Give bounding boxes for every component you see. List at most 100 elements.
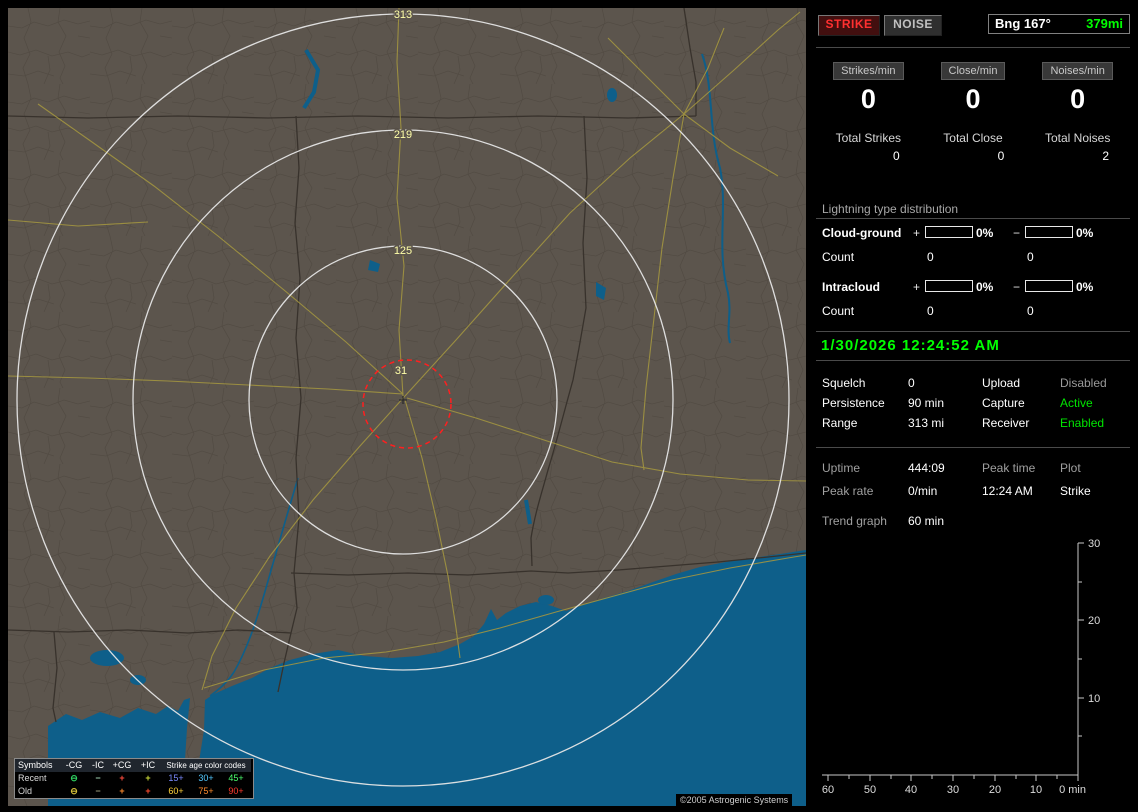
- age-45: 45+: [228, 773, 244, 783]
- plus-sign: +: [913, 280, 921, 294]
- ring-label-31: 31: [395, 365, 407, 377]
- cg-minus-percent: 0%: [1076, 226, 1094, 240]
- ic-minus-count: 0: [1027, 304, 1034, 318]
- capture-status: Active: [1060, 396, 1093, 410]
- strike-toggle-button[interactable]: STRIKE: [818, 15, 880, 36]
- peak-time-label: Peak time: [982, 461, 1036, 475]
- range-label: Range: [822, 416, 858, 430]
- age-15: 15+: [168, 773, 184, 783]
- legend-col-pos-ic: +IC: [135, 759, 161, 772]
- age-30: 30+: [198, 773, 214, 783]
- upload-status: Disabled: [1060, 376, 1107, 390]
- intracloud-label: Intracloud: [822, 280, 881, 294]
- y-tick-10: 10: [1088, 693, 1100, 705]
- bearing-readout: Bng 167° 379mi: [988, 14, 1130, 34]
- ic-plus-percent: 0%: [976, 280, 994, 294]
- ring-label-125: 125: [394, 245, 412, 257]
- bearing-range: 379mi: [1086, 16, 1123, 31]
- x-tick-50: 50: [864, 784, 876, 796]
- divider: [816, 447, 1130, 448]
- status-row-uptime: Uptime 444:09 Peak time Plot: [816, 461, 1130, 479]
- pos-ic-old-icon: +: [145, 786, 151, 796]
- x-tick-30: 30: [947, 784, 959, 796]
- cg-plus-count: 0: [927, 250, 934, 264]
- cg-plus-bar: [925, 226, 973, 238]
- uptime-value: 444:09: [908, 461, 945, 475]
- map-canvas[interactable]: 313 219 125 31: [8, 8, 806, 806]
- cg-minus-bar: [1025, 226, 1073, 238]
- cloud-ground-row: Cloud-ground + 0% − 0%: [816, 226, 1130, 242]
- close-per-min-label: Close/min: [940, 62, 1006, 80]
- plot-mode-value: Strike: [1060, 484, 1091, 498]
- x-tick-40: 40: [905, 784, 917, 796]
- rate-counter-labels: Strikes/min Close/min Noises/min: [816, 62, 1130, 80]
- total-noises-value: 2: [1102, 149, 1109, 163]
- x-tick-0-min: 0 min: [1059, 784, 1086, 796]
- receiver-label: Receiver: [982, 416, 1030, 430]
- legend-col-pos-cg: +CG: [109, 759, 135, 772]
- clock-readout: 1/30/2026 12:24:52 AM: [816, 331, 1130, 361]
- x-tick-20: 20: [989, 784, 1001, 796]
- total-close-label: Total Close: [943, 131, 1003, 145]
- settings-row-persistence: Persistence 90 min Capture Active: [816, 396, 1130, 414]
- ic-minus-percent: 0%: [1076, 280, 1094, 294]
- x-tick-60: 60: [822, 784, 834, 796]
- count-label: Count: [822, 304, 855, 318]
- minus-sign: −: [1013, 280, 1021, 294]
- strikes-per-min-label: Strikes/min: [833, 62, 904, 80]
- legend-col-neg-ic: -IC: [87, 759, 109, 772]
- y-tick-30: 30: [1088, 538, 1100, 550]
- settings-row-range: Range 313 mi Receiver Enabled: [816, 416, 1130, 434]
- trend-graph-row: Trend graph 60 min: [816, 514, 1130, 532]
- close-per-min-value: 0: [965, 84, 981, 114]
- legend-row-old-label: Old: [18, 786, 33, 796]
- total-strikes-label: Total Strikes: [835, 131, 901, 145]
- lightning-map[interactable]: 313 219 125 31 Symbols -CG -IC +CG +IC S…: [8, 8, 806, 806]
- rate-counter-values: 0 0 0: [816, 85, 1130, 113]
- persistence-value: 90 min: [908, 396, 945, 410]
- neg-cg-recent-icon: ⊖: [70, 773, 78, 783]
- pos-ic-recent-icon: +: [145, 773, 151, 783]
- y-tick-20: 20: [1088, 615, 1100, 627]
- cg-plus-percent: 0%: [976, 226, 994, 240]
- intracloud-row: Intracloud + 0% − 0%: [816, 280, 1130, 296]
- legend-row-recent-label: Recent: [18, 773, 47, 783]
- capture-label: Capture: [982, 396, 1025, 410]
- strikes-per-min-value: 0: [860, 84, 876, 114]
- copyright-text: ©2005 Astrogenic Systems: [676, 794, 793, 806]
- ic-minus-bar: [1025, 280, 1073, 292]
- total-close-value: 0: [997, 149, 1005, 163]
- count-label: Count: [822, 250, 855, 264]
- status-panel: STRIKE NOISE Bng 167° 379mi Strikes/min …: [816, 0, 1130, 812]
- age-60: 60+: [168, 786, 184, 796]
- legend-age-header: Strike age color codes: [161, 759, 251, 772]
- status-row-peak-rate: Peak rate 0/min 12:24 AM Strike: [816, 484, 1130, 502]
- cloud-ground-label: Cloud-ground: [822, 226, 902, 240]
- bearing-label: Bng 167°: [995, 16, 1051, 31]
- divider: [816, 218, 1130, 219]
- trend-graph: 30 20 10 60 50 40 30 20 10 0 min: [822, 538, 1100, 796]
- totals-values: 0 0 2: [816, 149, 1130, 163]
- total-noises-label: Total Noises: [1044, 131, 1111, 145]
- plot-label: Plot: [1060, 461, 1081, 475]
- noise-toggle-button[interactable]: NOISE: [884, 15, 942, 36]
- trend-window-value: 60 min: [908, 514, 945, 528]
- neg-ic-recent-icon: −: [95, 773, 101, 783]
- receiver-status: Enabled: [1060, 416, 1105, 430]
- trend-axes: [822, 542, 1084, 781]
- squelch-label: Squelch: [822, 376, 866, 390]
- divider: [816, 47, 1130, 48]
- neg-ic-old-icon: −: [95, 786, 101, 796]
- noises-per-min-label: Noises/min: [1042, 62, 1113, 80]
- trend-graph-label: Trend graph: [822, 514, 887, 528]
- range-value: 313 mi: [908, 416, 945, 430]
- cloud-ground-count-row: Count 0 0: [816, 250, 1130, 266]
- persistence-label: Persistence: [822, 396, 885, 410]
- ring-label-313: 313: [394, 9, 412, 21]
- cg-minus-count: 0: [1027, 250, 1034, 264]
- trend-axis-labels: 30 20 10 60 50 40 30 20 10 0 min: [822, 538, 1100, 796]
- upload-label: Upload: [982, 376, 1021, 390]
- minus-sign: −: [1013, 226, 1021, 240]
- ic-plus-count: 0: [927, 304, 934, 318]
- neg-cg-old-icon: ⊖: [70, 786, 78, 796]
